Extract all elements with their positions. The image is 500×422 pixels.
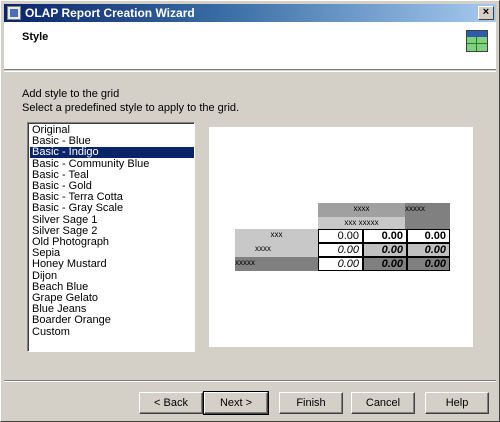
next-button[interactable]: Next > bbox=[203, 391, 269, 415]
app-icon bbox=[7, 6, 21, 20]
list-item[interactable]: Basic - Indigo bbox=[30, 147, 194, 159]
preview-value: 0.00 bbox=[318, 257, 363, 271]
list-item[interactable]: Dijon bbox=[30, 270, 194, 282]
preview-col-header: xxxxx bbox=[405, 203, 450, 217]
preview-row-header: xxxxx bbox=[235, 257, 318, 271]
preview-value: 0.00 bbox=[318, 243, 363, 257]
preview-col-subheader bbox=[405, 217, 450, 229]
preview-value: 0.00 bbox=[318, 229, 363, 243]
back-button[interactable]: < Back bbox=[139, 392, 203, 414]
preview-col-subheader: xxx xxxxx bbox=[318, 217, 405, 229]
list-item[interactable]: Custom bbox=[30, 326, 194, 338]
preview-value: 0.00 bbox=[407, 257, 450, 271]
instruction-heading: Add style to the grid bbox=[22, 88, 120, 100]
preview-value: 0.00 bbox=[363, 257, 407, 271]
list-item[interactable]: Boarder Orange bbox=[30, 315, 194, 326]
list-item[interactable]: Basic - Gray Scale bbox=[30, 203, 194, 214]
preview-value: 0.00 bbox=[363, 243, 407, 257]
help-button[interactable]: Help bbox=[425, 392, 489, 414]
list-item[interactable]: Basic - Community Blue bbox=[30, 158, 194, 170]
cancel-button[interactable]: Cancel bbox=[351, 392, 415, 414]
preview-value: 0.00 bbox=[407, 243, 450, 257]
style-preview: xxxx xxxxx xxx xxxxx xxx xxxx xxxxx 0.00… bbox=[209, 127, 473, 347]
list-item[interactable]: Silver Sage 1 bbox=[30, 214, 194, 226]
preview-value: 0.00 bbox=[363, 229, 407, 243]
list-item[interactable]: Honey Mustard bbox=[30, 259, 194, 270]
finish-button[interactable]: Finish bbox=[279, 392, 343, 414]
wizard-header: Style bbox=[4, 22, 496, 70]
style-listbox[interactable]: Original Basic - Blue Basic - Indigo Basic … bbox=[27, 122, 195, 352]
header-divider bbox=[4, 71, 496, 72]
wizard-window: OLAP Report Creation Wizard × Style Add … bbox=[0, 0, 500, 422]
page-title: Style bbox=[22, 31, 49, 43]
title-bar[interactable]: OLAP Report Creation Wizard × bbox=[4, 4, 496, 22]
preview-value: 0.00 bbox=[407, 229, 450, 243]
preview-row-header: xxxx bbox=[235, 243, 318, 257]
close-button[interactable]: × bbox=[478, 6, 494, 20]
instruction-text: Select a predefined style to apply to th… bbox=[22, 102, 240, 114]
preview-row-header: xxx bbox=[235, 229, 318, 243]
grid-style-icon bbox=[466, 30, 488, 52]
window-title: OLAP Report Creation Wizard bbox=[25, 6, 195, 20]
preview-col-header: xxxx bbox=[318, 203, 405, 217]
